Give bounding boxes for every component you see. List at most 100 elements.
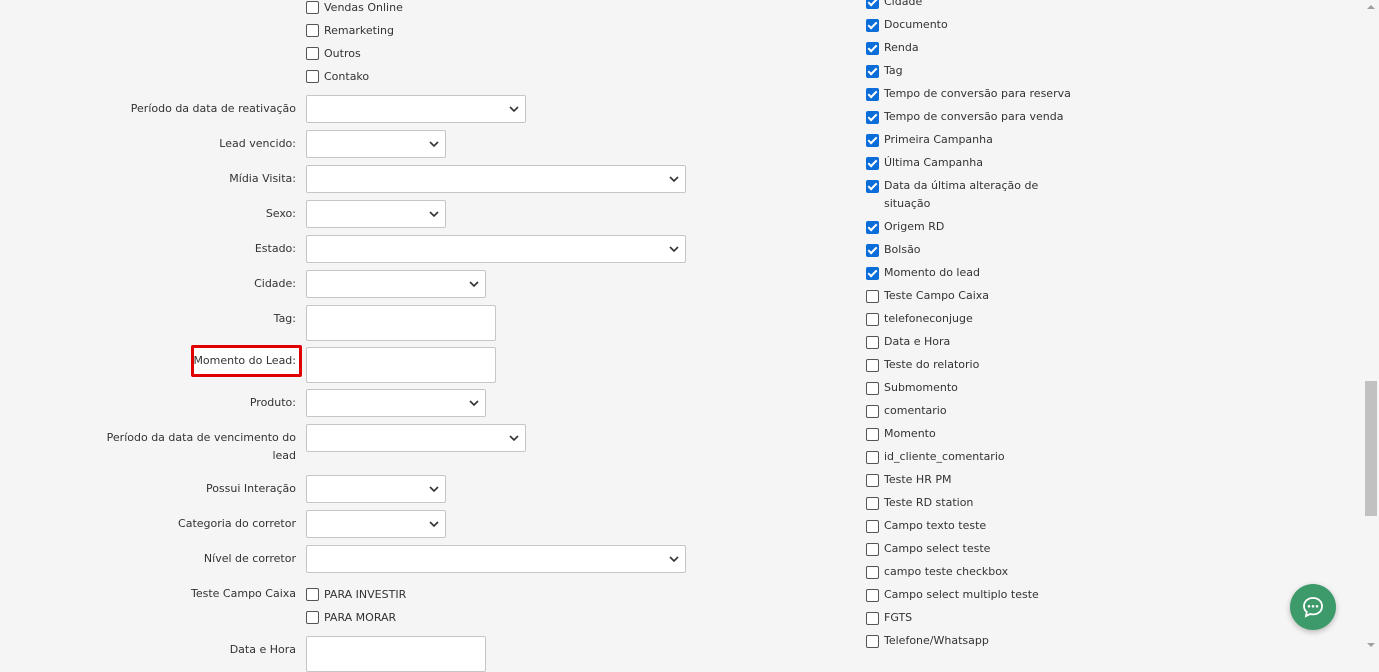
chevron-down-icon — [669, 246, 679, 253]
scroll-up-arrow-icon[interactable] — [1366, 3, 1376, 11]
chevron-down-icon — [669, 556, 679, 563]
column-checkbox[interactable] — [866, 88, 879, 101]
chevron-down-icon — [429, 521, 439, 528]
column-checkbox-label: Tempo de conversão para venda — [884, 110, 1064, 123]
column-checkbox[interactable] — [866, 313, 879, 326]
column-checkbox-label: telefoneconjuge — [884, 312, 973, 325]
column-checkbox-label: Cidade — [884, 0, 923, 8]
checkbox-para-investir[interactable] — [306, 588, 319, 601]
field-label-lead-vencido: Lead vencido: — [219, 137, 296, 150]
column-checkbox-label: Última Campanha — [884, 156, 983, 169]
field-label-data-hora: Data e Hora — [229, 643, 296, 656]
column-checkbox-label: Tag — [884, 64, 903, 77]
field-label-sexo: Sexo: — [265, 207, 296, 220]
column-checkbox-label: Telefone/Whatsapp — [884, 634, 989, 647]
column-checkbox[interactable] — [866, 405, 879, 418]
field-label-produto: Produto: — [249, 396, 296, 409]
checkbox-label: PARA MORAR — [324, 611, 397, 624]
column-checkbox[interactable] — [866, 65, 879, 78]
checkbox-label: PARA INVESTIR — [324, 588, 407, 601]
column-checkbox-label: Documento — [884, 18, 948, 31]
chevron-down-icon — [429, 486, 439, 493]
scrollbar-thumb[interactable] — [1365, 381, 1377, 516]
column-checkbox[interactable] — [866, 290, 879, 303]
field-label-momento-lead: Momento do Lead: — [193, 354, 296, 367]
field-label-teste-campo-caixa: Teste Campo Caixa — [191, 587, 296, 600]
column-checkbox[interactable] — [866, 0, 879, 9]
periodo-vencimento-select[interactable] — [306, 424, 526, 452]
scrollbar-track[interactable] — [1363, 0, 1379, 652]
checkbox-vendas-online[interactable] — [306, 1, 319, 14]
column-checkbox[interactable] — [866, 19, 879, 32]
column-checkbox[interactable] — [866, 543, 879, 556]
chat-bubble-icon — [1303, 597, 1323, 618]
field-label-midia-visita: Mídia Visita: — [229, 172, 296, 185]
midia-visita-select[interactable] — [306, 165, 686, 193]
column-checkbox-label: campo teste checkbox — [884, 565, 1009, 578]
column-checkbox[interactable] — [866, 428, 879, 441]
column-checkbox-label: Renda — [884, 41, 919, 54]
field-label-periodo-reativacao: Período da data de reativação — [130, 102, 296, 115]
column-checkbox-label: FGTS — [884, 611, 913, 624]
momento-lead-input[interactable] — [306, 347, 496, 383]
data-hora-input[interactable] — [306, 636, 486, 672]
column-checkbox-label: Tempo de conversão para reserva — [884, 87, 1071, 100]
chevron-down-icon — [509, 106, 519, 113]
column-checkbox[interactable] — [866, 635, 879, 648]
column-checkbox[interactable] — [866, 612, 879, 625]
column-checkbox[interactable] — [866, 336, 879, 349]
column-checkbox-label-cont: situação — [884, 197, 931, 210]
sexo-select[interactable] — [306, 200, 446, 228]
column-checkbox-label: Submomento — [884, 381, 958, 394]
periodo-reativacao-select[interactable] — [306, 95, 526, 123]
column-checkbox-label: Data e Hora — [884, 335, 951, 348]
checkbox-remarketing[interactable] — [306, 24, 319, 37]
column-checkbox[interactable] — [866, 566, 879, 579]
column-checkbox[interactable] — [866, 180, 879, 193]
possui-interacao-select[interactable] — [306, 475, 446, 503]
column-checkbox-label: Campo texto teste — [884, 519, 987, 532]
tag-input[interactable] — [306, 305, 496, 341]
produto-select[interactable] — [306, 389, 486, 417]
estado-select[interactable] — [306, 235, 686, 263]
column-checkbox[interactable] — [866, 589, 879, 602]
column-checkbox-label: Origem RD — [884, 220, 945, 233]
field-label-estado: Estado: — [254, 242, 296, 255]
column-checkbox[interactable] — [866, 134, 879, 147]
column-checkbox-label: Teste RD station — [884, 496, 974, 509]
column-checkbox[interactable] — [866, 157, 879, 170]
column-checkbox[interactable] — [866, 359, 879, 372]
chevron-down-icon — [669, 176, 679, 183]
lead-vencido-select[interactable] — [306, 130, 446, 158]
column-checkbox-label: comentario — [884, 404, 947, 417]
scroll-down-arrow-icon[interactable] — [1366, 641, 1376, 649]
categoria-corretor-select[interactable] — [306, 510, 446, 538]
column-checkbox[interactable] — [866, 497, 879, 510]
chat-button[interactable] — [1290, 584, 1336, 630]
checkbox-label: Contako — [324, 70, 370, 83]
checkbox-outros[interactable] — [306, 47, 319, 60]
column-checkbox[interactable] — [866, 111, 879, 124]
chevron-down-icon — [429, 211, 439, 218]
column-checkbox-label: Teste do relatorio — [884, 358, 980, 371]
field-label-tag: Tag: — [273, 312, 296, 325]
checkbox-label: Remarketing — [324, 24, 394, 37]
nivel-corretor-select[interactable] — [306, 545, 686, 573]
cidade-select[interactable] — [306, 270, 486, 298]
column-checkbox[interactable] — [866, 267, 879, 280]
column-checkbox[interactable] — [866, 244, 879, 257]
column-checkbox-label: Primeira Campanha — [884, 133, 993, 146]
column-checkbox-label: id_cliente_comentario — [884, 450, 1005, 463]
column-checkbox[interactable] — [866, 382, 879, 395]
column-checkbox[interactable] — [866, 474, 879, 487]
checkbox-para-morar[interactable] — [306, 611, 319, 624]
column-checkbox-label: Momento — [884, 427, 936, 440]
column-checkbox[interactable] — [866, 221, 879, 234]
chevron-down-icon — [509, 435, 519, 442]
column-checkbox[interactable] — [866, 42, 879, 55]
chevron-down-icon — [469, 400, 479, 407]
checkbox-contako[interactable] — [306, 70, 319, 83]
column-checkbox[interactable] — [866, 451, 879, 464]
column-checkbox[interactable] — [866, 520, 879, 533]
column-checkbox-label: Momento do lead — [884, 266, 980, 279]
